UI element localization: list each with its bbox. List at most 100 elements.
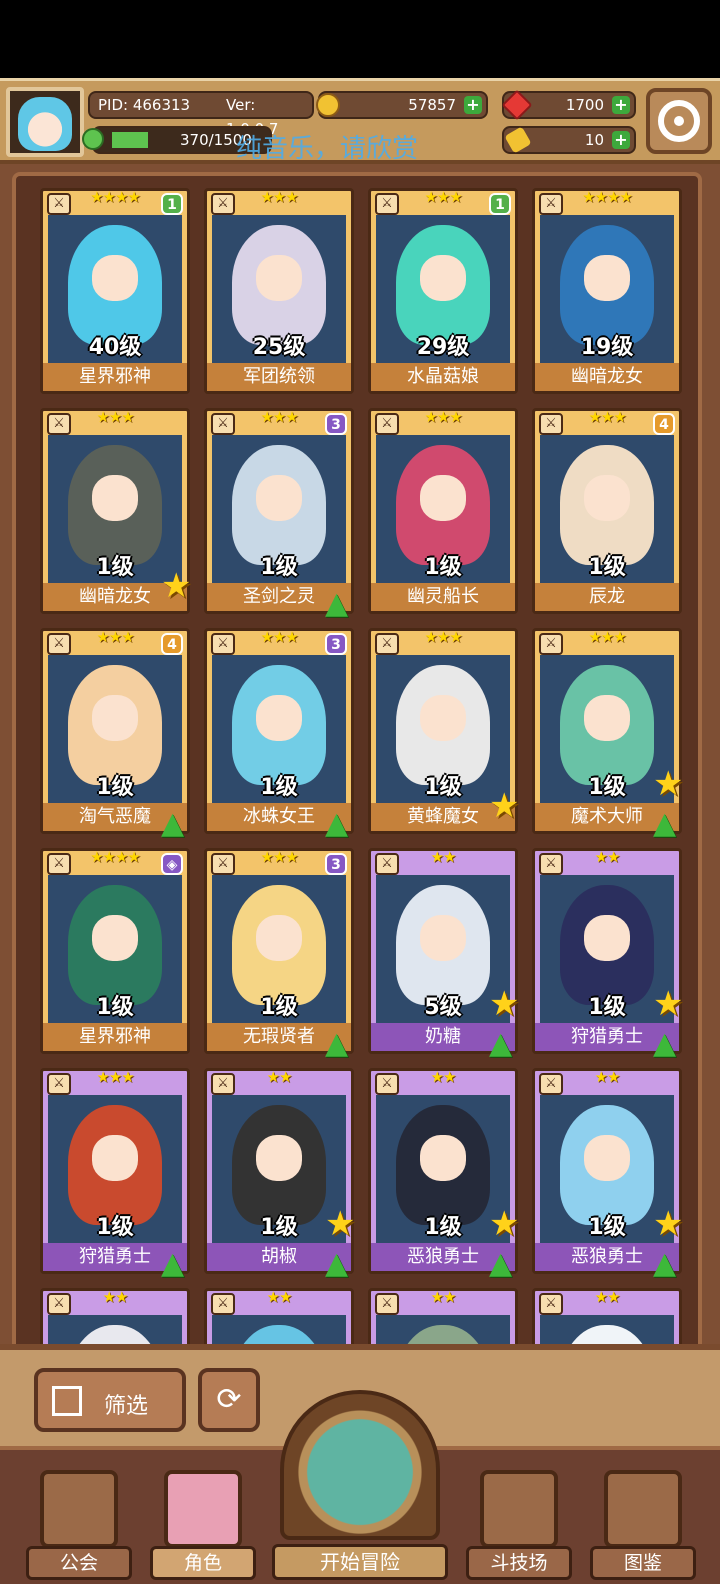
character-card[interactable]: ⚔ ★★★ 1级 狩猎勇士 ▲ [40,1068,190,1279]
character-card[interactable]: ⚔ ★★★ 4 1级 淘气恶魔 ▲ [40,628,190,839]
bottom-nav: 公会 角色 开始冒险 斗技场 图鉴 [0,1390,720,1584]
character-card[interactable]: ⚔ ★★★ 4 1级 辰龙 [532,408,682,614]
rarity-stars: ★★★★ [582,188,633,206]
character-card[interactable]: ⚔ ★★ 1级 恶狼勇士 ★ ▲ [368,1068,519,1279]
filter-button[interactable]: 筛选 [34,1368,186,1432]
pid-version-pill: PID: 466313 Ver: 1.0.0.7 [88,91,314,138]
character-list-panel: ⚔ ★★★★ 1 40级 星界邪神 ⚔ ★★★ 25级 军团统领 ⚔ ★★ ★ 1 29级水晶菇娘 ⚔… [0,164,720,1344]
character-level: 19级 [580,335,634,360]
level-up-arrow-icon: ▲ [653,1026,677,1061]
tab-codex-label: 图鉴 [590,1546,696,1580]
key-pill: 10 + [502,126,636,154]
star-upgrade-icon: ★ [653,1204,684,1244]
character-level: 1级 [260,995,298,1020]
add-gold-button[interactable]: + [464,96,482,114]
rarity-stars: ★★ [266,1288,293,1306]
character-card[interactable]: ⚔ ★★ 1级 恶狼勇士 ★ ▲ [532,1068,683,1279]
gem-icon [501,89,533,121]
crossed-swords-icon [480,1470,558,1548]
character-level: 1级 [96,995,134,1020]
tab-codex[interactable]: 图鉴 [590,1470,696,1580]
rarity-stars: ★★ [594,1288,621,1306]
card-badge: 3 [325,633,347,655]
character-name: 幽灵船长 [371,583,515,611]
character-card[interactable]: ⚔ ★★★ 1级 魔术大师 ★ ▲ [532,628,683,839]
card-badge: 3 [325,413,347,435]
character-level: 1级 [260,775,298,800]
level-up-arrow-icon: ▲ [325,806,349,841]
rarity-stars: ★★ [594,848,621,866]
settings-button[interactable] [646,88,712,154]
player-id: PID: 466313 [98,96,191,114]
character-card[interactable]: ⚔ ★★★ 3 1级 圣剑之灵 ▲ [204,408,354,619]
character-card[interactable]: ⚔ ★★ [204,1288,354,1344]
star-upgrade-icon: ★ [653,984,684,1024]
star-upgrade-icon: ★ [161,566,192,606]
character-card[interactable]: ⚔ ★★★ 1级 幽灵船长 [368,408,518,614]
rarity-stars: ★★ [430,1068,457,1086]
character-name: 辰龙 [535,583,679,611]
character-level: 29级 [416,335,470,360]
gold-coin-icon [316,93,340,117]
gold-amount: 57857 [408,96,456,114]
rarity-stars: ★★ [430,1288,457,1306]
character-card[interactable]: ⚔ ★★★ 1级 幽暗龙女 ★ [40,408,191,614]
character-card[interactable]: ⚔ ★★★★ 1 40级 星界邪神 [40,188,190,394]
rarity-stars: ★★★ [96,1068,134,1086]
card-badge: 1 [161,193,183,215]
add-key-button[interactable]: + [612,131,630,149]
player-avatar[interactable] [6,87,84,157]
character-level: 1级 [424,555,462,580]
level-up-arrow-icon: ▲ [161,806,185,841]
tab-arena[interactable]: 斗技场 [466,1470,572,1580]
level-up-arrow-icon: ▲ [489,1246,513,1281]
character-card[interactable]: ⚔ ★★★ 3 1级 冰蛛女王 ▲ [204,628,354,839]
tab-adventure-label: 开始冒险 [272,1544,448,1580]
refresh-button[interactable]: ⟳ [198,1368,260,1432]
character-card[interactable]: ⚔ ★★ 1级 胡椒 ★ ▲ [204,1068,355,1279]
tab-guild-label: 公会 [26,1546,132,1580]
star-upgrade-icon: ★ [325,1204,356,1244]
character-card[interactable]: ⚔ ★★ [368,1288,518,1344]
character-name: 水晶菇娘 [371,363,515,391]
character-level: 1级 [96,1215,134,1240]
character-portrait [48,1315,182,1344]
card-badge: 3 [325,853,347,875]
rarity-stars: ★★ [594,1068,621,1086]
character-card[interactable]: ⚔ ★★ [40,1288,190,1344]
character-portrait [212,1315,346,1344]
star-upgrade-icon: ★ [489,786,520,826]
character-card[interactable]: ⚔ ★★ 1级 狩猎勇士 ★ ▲ [532,848,683,1059]
character-card[interactable]: ⚔ ★★★★ ◈ 1级 星界邪神 [40,848,190,1054]
tab-character[interactable]: 角色 [150,1470,256,1580]
clover-icon [82,128,104,150]
gear-icon [658,100,700,142]
refresh-icon: ⟳ [216,1382,242,1417]
character-card[interactable]: ⚔ ★★★ 1 29级 水晶菇娘 [368,188,518,394]
book-icon [604,1470,682,1548]
character-card[interactable]: ⚔ ★★ 5级 奶糖 ★ ▲ [368,848,519,1059]
character-level: 25级 [252,335,306,360]
character-grid[interactable]: ⚔ ★★★★ 1 40级 星界邪神 ⚔ ★★★ 25级 军团统领 ⚔ ★★ ★ 1 29级水晶菇娘 ⚔… [12,172,702,1344]
guild-icon [40,1470,118,1548]
grid-icon [52,1386,82,1416]
level-up-arrow-icon: ▲ [325,1246,349,1281]
rarity-stars: ★★ [102,1288,129,1306]
character-card[interactable]: ⚔ ★★ [532,1288,682,1344]
status-bar [0,0,720,78]
character-level: 1级 [96,775,134,800]
character-card[interactable]: ⚔ ★★★ 3 1级 无瑕贤者 ▲ [204,848,354,1059]
gem-amount: 1700 [565,96,604,114]
add-gem-button[interactable]: + [612,96,630,114]
character-card[interactable]: ⚔ ★★★ 1级 黄蜂魔女 ★ [368,628,519,834]
character-card[interactable]: ⚔ ★★★ 25级 军团统领 [204,188,354,394]
tab-adventure[interactable]: 开始冒险 [272,1390,448,1584]
character-card[interactable]: ⚔ ★★★★ 19级 幽暗龙女 [532,188,682,394]
tab-guild[interactable]: 公会 [26,1470,132,1580]
gold-pill: 57857 + [316,91,488,119]
card-badge: 4 [653,413,675,435]
star-upgrade-icon: ★ [489,1204,520,1244]
character-level: 1级 [588,555,626,580]
rarity-stars: ★★★ [424,628,462,646]
xp-fill [112,132,148,148]
